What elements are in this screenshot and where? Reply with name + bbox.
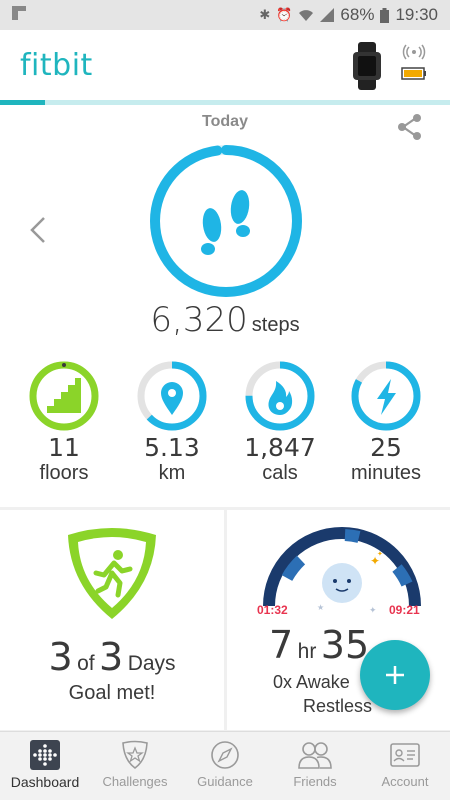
steps-progress-ring <box>150 145 302 297</box>
compass-icon <box>211 741 239 769</box>
friends-icon <box>298 742 332 769</box>
app-header: fitbit <box>0 30 450 100</box>
account-icon <box>390 743 420 767</box>
wifi-icon <box>299 10 314 21</box>
svg-text:✦: ✦ <box>377 550 383 558</box>
calories-value: 1,847 <box>244 433 316 462</box>
svg-text:★: ★ <box>317 603 324 612</box>
bottom-navigation: Dashboard Challenges Guidance Friends Ac… <box>0 731 450 800</box>
goal-days-achieved: 3 <box>48 635 73 679</box>
sleep-hours: 7 <box>269 623 294 667</box>
nav-account[interactable]: Account <box>360 732 450 800</box>
dashboard-icon <box>30 740 60 770</box>
nav-challenges-label: Challenges <box>102 774 168 789</box>
active-minutes-value: 25 <box>370 433 402 462</box>
exercise-goal-card[interactable]: 3 of 3 Days Goal met! <box>0 510 224 730</box>
sleep-end-time: 09:21 <box>389 603 420 617</box>
steps-unit: steps <box>251 314 300 336</box>
distance-stat[interactable]: 5.13 km <box>116 361 228 485</box>
tracker-device-icon[interactable] <box>350 42 384 90</box>
calories-stat[interactable]: 1,847 cals <box>224 361 336 485</box>
running-badge-icon <box>68 528 156 619</box>
goal-days-total: 3 <box>99 635 124 679</box>
nav-friends[interactable]: Friends <box>270 732 360 800</box>
sync-battery-icon[interactable] <box>398 44 430 84</box>
sleep-restless-label: Restless <box>303 696 373 716</box>
active-minutes-stat[interactable]: 25 minutes <box>330 361 442 485</box>
nav-guidance-label: Guidance <box>197 774 253 789</box>
steps-number: 6,320 <box>150 300 248 340</box>
add-button[interactable] <box>360 640 430 710</box>
nav-guidance[interactable]: Guidance <box>180 732 270 800</box>
active-minutes-ring <box>351 361 421 431</box>
goal-days-of: of <box>77 652 95 675</box>
distance-value: 5.13 <box>144 433 200 462</box>
signal-icon <box>320 8 335 22</box>
battery-icon <box>380 7 390 23</box>
floors-ring <box>29 361 99 431</box>
clock: 19:30 <box>395 5 438 24</box>
share-icon[interactable] <box>396 113 424 141</box>
floors-value: 11 <box>48 433 80 462</box>
battery-percent: 68% <box>340 5 375 24</box>
fitbit-logo: fitbit <box>20 48 93 83</box>
alarm-icon: ⏰ <box>276 7 293 22</box>
date-label: Today <box>202 113 248 130</box>
plus-icon <box>386 666 404 684</box>
nav-friends-label: Friends <box>293 774 337 789</box>
goal-met-caption: Goal met! <box>68 682 156 704</box>
nav-dashboard[interactable]: Dashboard <box>0 732 90 800</box>
sleep-duration: 7 hr 35 <box>269 623 369 667</box>
svg-text:✦: ✦ <box>369 606 377 616</box>
active-minutes-label: minutes <box>350 462 422 484</box>
bluetooth-icon: ✱ <box>259 7 271 22</box>
previous-day-chevron-icon[interactable] <box>28 215 48 245</box>
goal-days-count: 3 of 3 Days <box>0 635 224 679</box>
steps-card[interactable]: Today 6,320 steps 11 floors 5.13 km 1,84… <box>0 105 450 507</box>
status-bar: ✱ ⏰ 68% 19:30 <box>0 0 450 30</box>
location-pin-icon <box>161 382 183 415</box>
nav-dashboard-label: Dashboard <box>10 774 80 790</box>
sleep-hours-unit: hr <box>297 640 317 663</box>
nav-challenges[interactable]: Challenges <box>90 732 180 800</box>
stats-row: 11 floors 5.13 km 1,847 cals 25 minutes <box>0 361 450 501</box>
stairs-icon <box>47 378 81 413</box>
distance-ring <box>137 361 207 431</box>
footsteps-icon <box>201 190 250 255</box>
calories-ring <box>245 361 315 431</box>
distance-label: km <box>158 462 186 484</box>
goal-days-unit: Days <box>127 652 176 675</box>
notification-icon <box>12 6 26 20</box>
calories-label: cals <box>262 462 298 484</box>
floors-stat[interactable]: 11 floors <box>8 361 120 485</box>
challenges-icon <box>122 740 148 769</box>
lightning-icon <box>377 379 396 415</box>
sleep-awake-count: 0x Awake <box>273 672 350 692</box>
floors-label: floors <box>39 462 89 484</box>
steps-count: 6,320 steps <box>0 300 450 340</box>
moon-icon <box>322 563 362 603</box>
sleep-start-time: 01:32 <box>257 603 288 617</box>
nav-account-label: Account <box>381 774 429 789</box>
